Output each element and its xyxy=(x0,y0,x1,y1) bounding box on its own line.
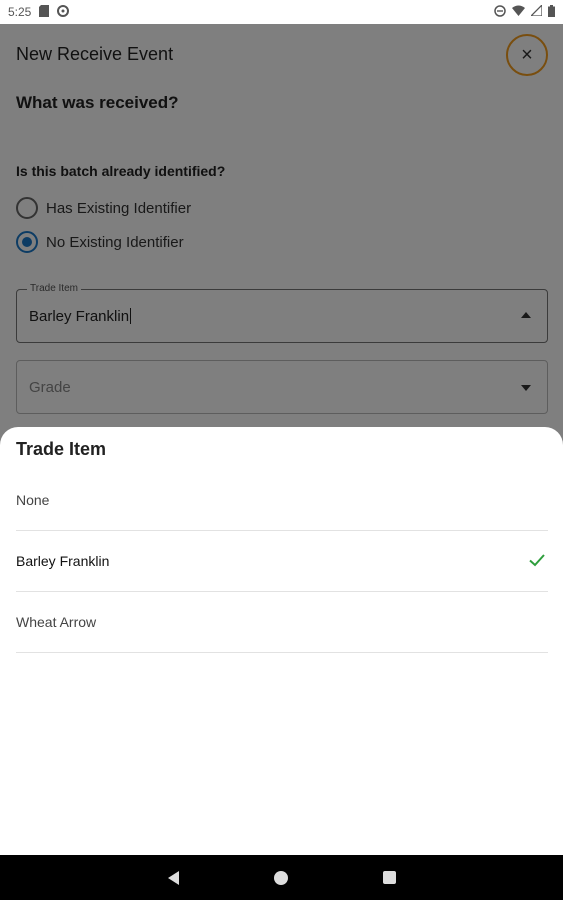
trade-item-bottom-sheet: Trade Item None Barley Franklin Wheat Ar… xyxy=(0,427,563,855)
checkmark-icon xyxy=(529,554,545,567)
option-wheat-arrow[interactable]: Wheat Arrow xyxy=(16,592,548,653)
sync-icon xyxy=(57,4,70,20)
status-bar: 5:25 xyxy=(0,0,563,24)
option-barley-franklin[interactable]: Barley Franklin xyxy=(16,531,548,592)
recent-apps-icon[interactable] xyxy=(382,871,396,884)
sheet-title: Trade Item xyxy=(16,439,107,459)
option-none[interactable]: None xyxy=(16,470,548,531)
status-time: 5:25 xyxy=(8,5,32,19)
system-navigation-bar xyxy=(0,855,563,900)
back-icon[interactable] xyxy=(167,870,179,885)
wifi-icon xyxy=(512,5,525,19)
cell-signal-icon xyxy=(529,3,543,19)
option-label: Wheat Arrow xyxy=(16,614,97,630)
sd-card-icon xyxy=(39,4,50,20)
home-icon[interactable] xyxy=(273,870,288,885)
option-label: None xyxy=(16,492,50,508)
battery-icon xyxy=(548,4,555,20)
option-label: Barley Franklin xyxy=(16,553,110,569)
do-not-disturb-icon xyxy=(494,4,506,20)
